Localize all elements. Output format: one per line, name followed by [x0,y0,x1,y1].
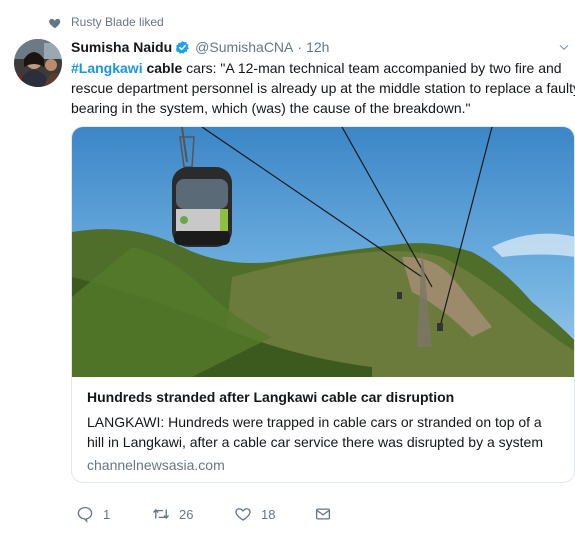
card-domain: channelnewsasia.com [87,457,225,473]
heart-icon [49,18,61,29]
link-card[interactable]: Hundreds stranded after Langkawi cable c… [71,126,575,483]
tweet-actions: 1 26 18 [76,505,376,525]
direct-message-button[interactable] [314,505,332,523]
reply-icon [77,506,93,523]
hashtag-link[interactable]: #Langkawi [71,60,143,76]
reply-count: 1 [103,506,111,522]
avatar[interactable] [14,39,62,87]
tweet-text: #Langkawi cable cars: "A 12-man technica… [71,58,575,118]
reply-button[interactable]: 1 [76,505,110,523]
card-description: LANGKAWI: Hundreds were trapped in cable… [87,414,543,450]
chevron-down-icon[interactable] [557,40,571,54]
card-body: Hundreds stranded after Langkawi cable c… [87,387,567,475]
tweet-text-line2: rescue department personnel is already u… [71,80,575,96]
tweet-timestamp[interactable]: 12h [306,39,329,55]
tweet-text-line1: cars: "A 12-man technical team accompani… [182,60,562,76]
like-button[interactable]: 18 [234,505,275,523]
retweet-icon [152,508,170,520]
card-image[interactable] [72,127,575,377]
tweet-text-line3: bearing in the system, which (was) the c… [71,100,471,116]
like-icon [235,508,251,521]
retweet-count: 26 [179,506,194,522]
like-count: 18 [261,506,276,522]
envelope-icon [315,508,331,520]
tweet-header: Sumisha Naidu @SumishaCNA · 12h [71,37,329,57]
social-context-text: Rusty Blade liked [71,15,164,29]
retweet-button[interactable]: 26 [152,505,193,523]
tweet-text-emphasis: cable [146,60,183,76]
author-handle[interactable]: @SumishaCNA [195,39,293,55]
verified-badge-icon [176,40,189,54]
header-separator: · [297,39,303,55]
author-name[interactable]: Sumisha Naidu [71,39,172,55]
card-title[interactable]: Hundreds stranded after Langkawi cable c… [87,387,567,407]
